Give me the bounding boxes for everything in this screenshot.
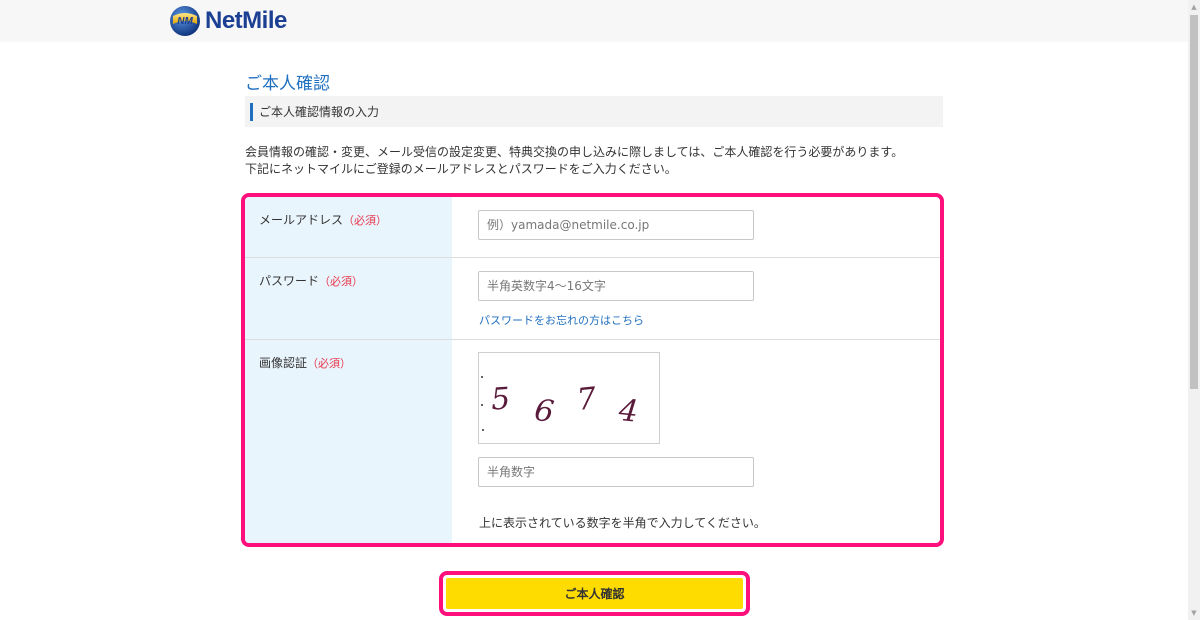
password-input[interactable] — [478, 271, 754, 301]
site-header: NM NetMile — [0, 0, 1188, 42]
instructions-line-2: 下記にネットマイルにご登録のメールアドレスとパスワードをご入力ください。 — [245, 162, 677, 176]
svg-text:NM: NM — [177, 16, 193, 27]
logo-wordmark: NetMile — [205, 7, 287, 34]
captcha-digit-3: 7 — [575, 381, 599, 418]
required-tag: （必須） — [343, 214, 388, 227]
scrollbar-thumb[interactable] — [1190, 15, 1198, 389]
password-label-cell: パスワード（必須） — [245, 258, 452, 339]
identity-verification-form: メールアドレス（必須） パスワード（必須） パスワードをお忘れの方はこちら 画像… — [241, 193, 944, 547]
email-label: メールアドレス（必須） — [259, 211, 387, 228]
email-row: メールアドレス（必須） — [245, 197, 940, 258]
instructions-text: 会員情報の確認・変更、メール受信の設定変更、特典交換の申し込みに際しましては、ご… — [245, 144, 965, 178]
captcha-digit-1: 5 — [490, 381, 511, 417]
forgot-password-link[interactable]: パスワードをお忘れの方はこちら — [479, 312, 644, 328]
email-label-cell: メールアドレス（必須） — [245, 197, 452, 257]
captcha-input[interactable] — [478, 457, 754, 487]
captcha-row: 画像認証（必須） 5 6 7 4 上に表示されている数字を半角で入力してください… — [245, 340, 940, 543]
section-heading: ご本人確認情報の入力 — [245, 96, 943, 127]
submit-highlight-frame: ご本人確認 — [439, 571, 750, 616]
scroll-up-arrow-icon[interactable]: ▲ — [1188, 0, 1200, 14]
verify-identity-button[interactable]: ご本人確認 — [446, 578, 743, 609]
password-label-text: パスワード — [259, 274, 320, 288]
section-heading-text: ご本人確認情報の入力 — [259, 105, 380, 119]
section-heading-accent-bar — [250, 103, 253, 121]
page-title: ご本人確認 — [245, 74, 330, 94]
captcha-label-cell: 画像認証（必須） — [245, 340, 452, 543]
captcha-digit-4: 4 — [616, 393, 640, 430]
captcha-label-text: 画像認証 — [259, 356, 308, 370]
netmile-logo[interactable]: NM NetMile — [168, 4, 287, 38]
required-tag: （必須） — [319, 275, 364, 288]
captcha-digits-graphic: 5 6 7 4 — [481, 376, 640, 431]
captcha-digit-2: 6 — [532, 393, 556, 430]
scroll-down-arrow-icon[interactable]: ▼ — [1188, 606, 1200, 620]
email-label-text: メールアドレス — [259, 213, 344, 227]
captcha-hint-text: 上に表示されている数字を半角で入力してください。 — [479, 516, 766, 530]
captcha-label: 画像認証（必須） — [259, 354, 351, 371]
instructions-line-1: 会員情報の確認・変更、メール受信の設定変更、特典交換の申し込みに際しましては、ご… — [245, 145, 904, 159]
netmile-globe-icon: NM — [170, 6, 200, 36]
password-label: パスワード（必須） — [259, 272, 363, 289]
captcha-image: 5 6 7 4 — [478, 352, 660, 444]
required-tag: （必須） — [307, 357, 352, 370]
email-input[interactable] — [478, 210, 754, 240]
password-row: パスワード（必須） パスワードをお忘れの方はこちら — [245, 258, 940, 340]
page-scrollbar[interactable]: ▲ ▼ — [1188, 0, 1200, 620]
